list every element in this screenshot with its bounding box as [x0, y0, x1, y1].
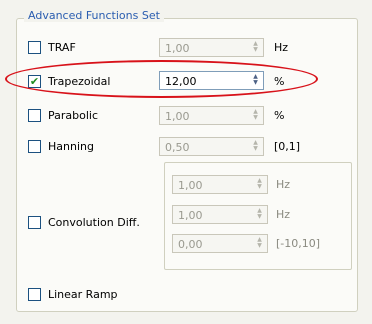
- convolution-field-3-unit: [-10,10]: [276, 237, 321, 250]
- convolution-field-1-value: 1,00: [178, 179, 203, 192]
- parabolic-spinbox[interactable]: 1,00 ▲ ▼: [159, 106, 264, 125]
- convolution-field-1-spinbox[interactable]: 1,00 ▲ ▼: [172, 175, 268, 194]
- parabolic-label: Parabolic: [48, 109, 99, 122]
- highlight-ellipse: [5, 60, 318, 98]
- linear-ramp-checkbox[interactable]: [28, 288, 41, 301]
- convolution-label: Convolution Diff.: [48, 216, 140, 229]
- hanning-checkbox[interactable]: [28, 140, 41, 153]
- convolution-field-3-spin-arrows-icon[interactable]: ▲ ▼: [254, 237, 265, 250]
- traf-label: TRAF: [48, 41, 76, 54]
- traf-checkbox[interactable]: [28, 41, 41, 54]
- convolution-field-2-value: 1,00: [178, 209, 203, 222]
- convolution-field-3-spinbox[interactable]: 0,00 ▲ ▼: [172, 234, 268, 253]
- linear-ramp-label: Linear Ramp: [48, 288, 118, 301]
- parabolic-checkbox[interactable]: [28, 109, 41, 122]
- convolution-field-3-value: 0,00: [178, 238, 203, 251]
- traf-spinbox[interactable]: 1,00 ▲ ▼: [159, 38, 264, 57]
- parabolic-value: 1,00: [165, 110, 190, 123]
- hanning-unit: [0,1]: [274, 140, 301, 153]
- convolution-field-1-unit: Hz: [276, 178, 291, 191]
- parabolic-unit: %: [274, 109, 285, 122]
- hanning-spinbox[interactable]: 0,50 ▲ ▼: [159, 137, 264, 156]
- hanning-value: 0,50: [165, 141, 190, 154]
- traf-spin-arrows-icon[interactable]: ▲ ▼: [250, 41, 261, 54]
- convolution-field-2-spinbox[interactable]: 1,00 ▲ ▼: [172, 205, 268, 224]
- parabolic-spin-arrows-icon[interactable]: ▲ ▼: [250, 109, 261, 122]
- convolution-field-2-unit: Hz: [276, 208, 291, 221]
- hanning-label: Hanning: [48, 140, 94, 153]
- hanning-spin-arrows-icon[interactable]: ▲ ▼: [250, 140, 261, 153]
- group-title: Advanced Functions Set: [24, 9, 164, 22]
- traf-value: 1,00: [165, 42, 190, 55]
- traf-unit: Hz: [274, 41, 289, 54]
- convolution-field-1-spin-arrows-icon[interactable]: ▲ ▼: [254, 178, 265, 191]
- convolution-checkbox[interactable]: [28, 216, 41, 229]
- convolution-field-2-spin-arrows-icon[interactable]: ▲ ▼: [254, 208, 265, 221]
